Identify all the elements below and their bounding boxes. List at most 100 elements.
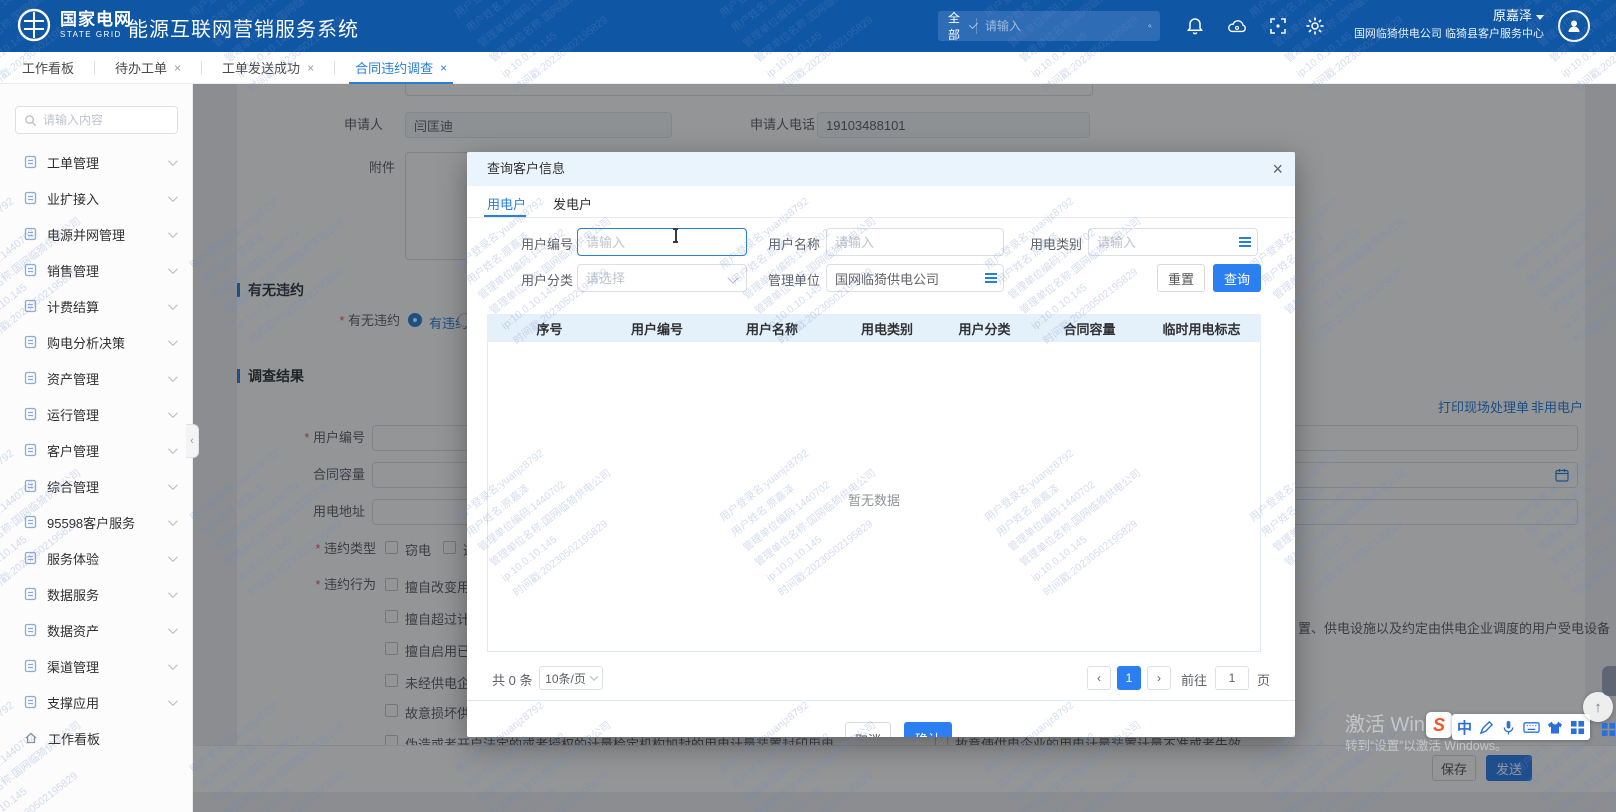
- cancel-button[interactable]: 取消: [845, 722, 891, 737]
- bell-icon[interactable]: [1185, 16, 1205, 36]
- sidebar-item-label: 渠道管理: [47, 657, 99, 676]
- ime-chinese-mode[interactable]: 中: [1457, 717, 1472, 738]
- sidebar-item-6[interactable]: 资产管理: [0, 360, 193, 396]
- next-page-button[interactable]: ›: [1147, 666, 1171, 690]
- launcher-grid-icon[interactable]: [1601, 722, 1616, 737]
- goto-page-input[interactable]: [1215, 666, 1249, 690]
- sidebar-item-13[interactable]: 数据资产: [0, 612, 193, 648]
- sidebar-item-14[interactable]: 渠道管理: [0, 648, 193, 684]
- empty-text: 暂无数据: [488, 490, 1260, 509]
- pen-icon[interactable]: [1479, 720, 1494, 735]
- document-icon: [24, 335, 37, 349]
- sidebar-item-16[interactable]: 工作看板: [0, 720, 193, 756]
- tab-order-sent[interactable]: 工单发送成功 ×: [212, 52, 324, 84]
- app-header: 国家电网 STATE GRID 能源互联网营销服务系统 全部 原嘉泽 国: [0, 0, 1616, 52]
- sidebar-item-9[interactable]: 综合管理: [0, 468, 193, 504]
- search-scope-select[interactable]: 全部: [938, 18, 977, 34]
- scan-icon[interactable]: [1268, 16, 1288, 36]
- sidebar-item-4[interactable]: 计费结算: [0, 288, 193, 324]
- tab-workboard[interactable]: 工作看板: [12, 52, 84, 84]
- tab-gen-user[interactable]: 发电户: [553, 194, 592, 213]
- pagination: 共 0 条 10条/页 ‹ 1 › 前往 页: [467, 664, 1295, 694]
- col-temp-flag: 临时用电标志: [1142, 319, 1261, 338]
- global-search-input[interactable]: [977, 19, 1148, 33]
- m-user-name-input[interactable]: [826, 228, 1004, 256]
- skin-shirt-icon[interactable]: [1547, 720, 1563, 735]
- confirm-button[interactable]: 确认: [904, 722, 952, 737]
- close-icon[interactable]: ×: [307, 61, 314, 75]
- close-icon[interactable]: ×: [174, 61, 181, 75]
- m-user-no-input[interactable]: [577, 228, 747, 256]
- tab-todo-orders[interactable]: 待办工单×: [105, 52, 191, 84]
- document-icon: [24, 371, 37, 385]
- chevron-down-icon: [168, 192, 178, 202]
- query-customer-modal: 查询客户信息 × 用电户 发电户 用户编号 用户名称 用电类别 用户分类 管理单…: [467, 152, 1295, 737]
- side-panel-handle[interactable]: [1602, 666, 1616, 696]
- state-grid-logo-icon: [16, 7, 52, 43]
- list-picker-icon[interactable]: [1239, 237, 1251, 247]
- tab-label: 工单发送成功: [222, 58, 300, 77]
- document-icon: [24, 515, 37, 529]
- sidebar-item-10[interactable]: 95598客户服务: [0, 504, 193, 540]
- close-icon[interactable]: ×: [1272, 152, 1283, 186]
- search-icon[interactable]: [1148, 17, 1152, 35]
- sogou-logo-icon[interactable]: S: [1426, 712, 1452, 738]
- query-button[interactable]: 查询: [1213, 264, 1261, 292]
- list-picker-icon[interactable]: [985, 273, 997, 283]
- chevron-down-icon: [168, 228, 178, 238]
- sidebar-item-15[interactable]: 支撑应用: [0, 684, 193, 720]
- mic-icon[interactable]: [1501, 720, 1516, 735]
- chevron-down-icon: [168, 300, 178, 310]
- sidebar-item-5[interactable]: 购电分析决策: [0, 324, 193, 360]
- user-menu[interactable]: 原嘉泽 国网临猗供电公司 临猗县客户服务中心: [1354, 8, 1544, 41]
- tab-label: 合同违约调查: [355, 58, 433, 77]
- m-user-class-select[interactable]: [577, 264, 747, 292]
- modal-title: 查询客户信息: [487, 152, 565, 186]
- brand-en: STATE GRID: [60, 31, 132, 39]
- sidebar-item-2[interactable]: 电源并网管理: [0, 216, 193, 252]
- chevron-down-icon: [168, 552, 178, 562]
- chevron-down-icon: [168, 480, 178, 490]
- chevron-down-icon: [168, 336, 178, 346]
- sidebar-item-3[interactable]: 销售管理: [0, 252, 193, 288]
- chevron-down-icon: [168, 588, 178, 598]
- m-mgmt-unit-input[interactable]: [826, 264, 1004, 292]
- tab-separator: [334, 61, 335, 75]
- sidebar-item-1[interactable]: 业扩接入: [0, 180, 193, 216]
- tab-contract-breach-investigation[interactable]: 合同违约调查 ×: [345, 52, 457, 84]
- app-title: 能源互联网营销服务系统: [128, 13, 359, 42]
- sidebar-item-label: 综合管理: [47, 477, 99, 496]
- sidebar-collapse-handle[interactable]: ‹: [186, 424, 199, 458]
- sidebar-item-8[interactable]: 客户管理: [0, 432, 193, 468]
- reset-button[interactable]: 重置: [1157, 264, 1205, 292]
- user-name: 原嘉泽: [1493, 8, 1532, 23]
- toolbox-grid-icon[interactable]: [1570, 720, 1585, 735]
- avatar[interactable]: [1558, 10, 1590, 42]
- search-icon: [24, 114, 37, 127]
- document-icon: [24, 551, 37, 565]
- tab-separator: [94, 61, 95, 75]
- close-icon[interactable]: ×: [440, 61, 447, 75]
- back-to-top-button[interactable]: ↑: [1583, 692, 1613, 722]
- keyboard-icon[interactable]: [1523, 720, 1540, 735]
- sidebar-search-input[interactable]: [43, 113, 153, 127]
- document-icon: [24, 299, 37, 313]
- sidebar-item-12[interactable]: 数据服务: [0, 576, 193, 612]
- sidebar-item-label: 95598客户服务: [47, 513, 135, 532]
- gear-icon[interactable]: [1305, 16, 1325, 36]
- current-page[interactable]: 1: [1117, 666, 1141, 690]
- prev-page-button[interactable]: ‹: [1087, 666, 1111, 690]
- cloud-icon[interactable]: [1227, 16, 1247, 36]
- sidebar-item-11[interactable]: 服务体验: [0, 540, 193, 576]
- tab-elec-user[interactable]: 用电户: [487, 194, 526, 213]
- tab-separator: [201, 61, 202, 75]
- sidebar-item-0[interactable]: 工单管理: [0, 144, 193, 180]
- m-elec-category-input[interactable]: [1088, 228, 1258, 256]
- search-scope-value: 全部: [948, 9, 963, 43]
- col-user-name: 用户名称: [702, 319, 842, 338]
- sidebar-menu: 工单管理业扩接入电源并网管理销售管理计费结算购电分析决策资产管理运行管理客户管理…: [0, 144, 193, 756]
- col-seq: 序号: [487, 319, 612, 338]
- page-size-select[interactable]: 10条/页: [539, 666, 603, 690]
- sidebar-item-7[interactable]: 运行管理: [0, 396, 193, 432]
- brand-cn: 国家电网: [60, 11, 132, 28]
